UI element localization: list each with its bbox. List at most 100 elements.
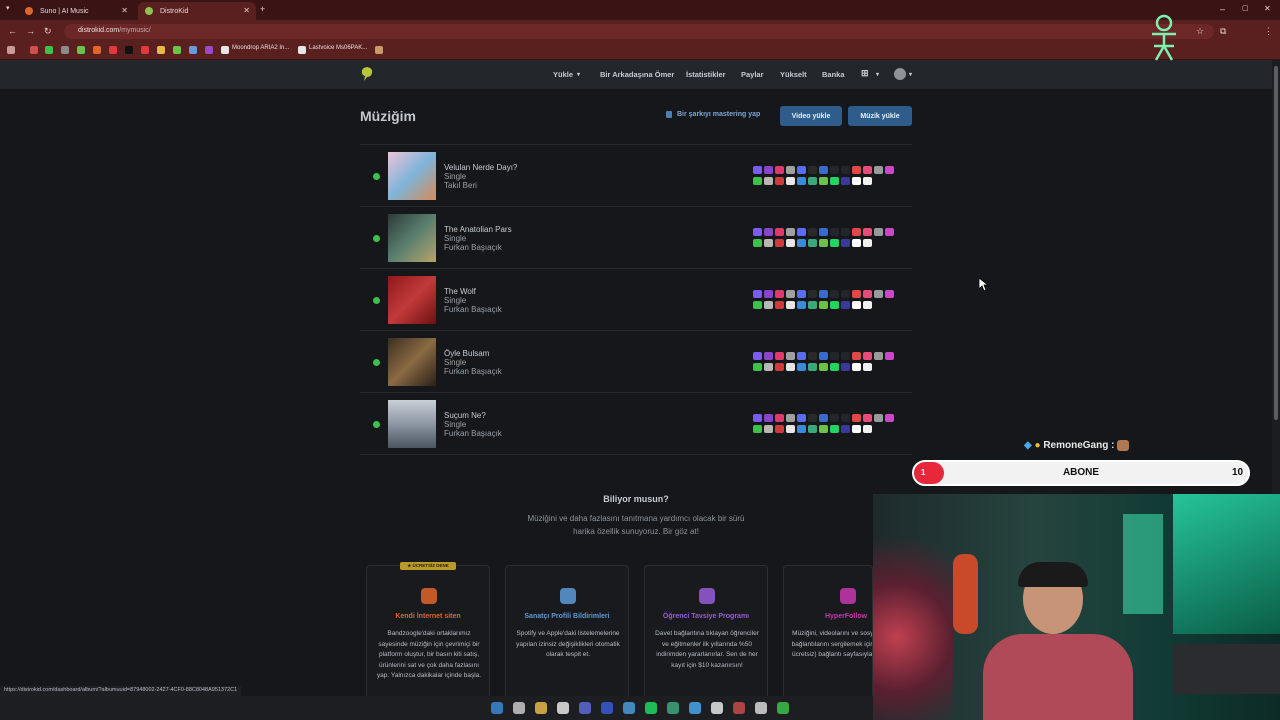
bookmark-moondrop[interactable]: Moondrop ARIA2 In... <box>232 45 289 51</box>
taskbar-app-icon[interactable] <box>645 702 657 714</box>
bookmark-star-icon[interactable]: ☆ <box>1196 26 1204 37</box>
release-row[interactable]: Öyle Bulsam Single Furkan Başıaçık <box>360 330 912 392</box>
feature-card[interactable]: Sanatçı Profili Bildirimleri Spotify ve … <box>505 565 629 705</box>
bookmark-icon[interactable] <box>189 46 197 54</box>
close-icon[interactable]: ✕ <box>243 6 250 15</box>
taskbar-app-icon[interactable] <box>557 702 569 714</box>
album-art[interactable] <box>388 214 436 262</box>
mastering-link[interactable]: Bir şarkıyı mastering yap <box>677 111 760 118</box>
store-icon <box>830 414 839 422</box>
distrokid-logo-icon[interactable] <box>360 66 374 82</box>
reload-icon[interactable]: ↻ <box>44 26 52 37</box>
bookmark-icon[interactable] <box>109 46 117 54</box>
nav-refer-friend[interactable]: Bir Arkadaşına Ömer <box>600 70 674 79</box>
distrokid-favicon-icon <box>145 7 153 15</box>
release-row[interactable]: Velulan Nerde Dayı? Single Takıl Beri <box>360 144 912 206</box>
store-icon <box>885 414 894 422</box>
folder-icon[interactable] <box>157 46 165 54</box>
taskbar-app-icon[interactable] <box>623 702 635 714</box>
release-title[interactable]: Velulan Nerde Dayı? <box>444 163 517 172</box>
forward-icon[interactable]: → <box>26 26 35 36</box>
bookmark-icon[interactable] <box>298 46 306 54</box>
store-icon <box>852 352 861 360</box>
feature-body: Müziğini, videolarını ve sosyal medya ba… <box>791 630 873 658</box>
chat-emote-icon <box>1117 440 1130 451</box>
taskbar-app-icon[interactable] <box>755 702 767 714</box>
tab-menu-icon[interactable]: ▾ <box>6 4 10 12</box>
bookmark-icon[interactable] <box>173 46 181 54</box>
nav-splits[interactable]: Paylar <box>741 70 764 79</box>
release-artist: Takıl Beri <box>444 181 477 190</box>
window-close-icon[interactable]: ✕ <box>1264 4 1271 13</box>
release-title[interactable]: Öyle Bulsam <box>444 349 489 358</box>
store-icon <box>863 352 872 360</box>
release-row[interactable]: The Wolf Single Furkan Başıaçık <box>360 268 912 330</box>
bookmark-icon[interactable] <box>30 46 38 54</box>
minimize-icon[interactable]: – <box>1220 4 1225 14</box>
bookmark-icon[interactable] <box>205 46 213 54</box>
scrollbar-thumb[interactable] <box>1274 66 1278 420</box>
taskbar-app-icon[interactable] <box>513 702 525 714</box>
tab-suno[interactable]: Suno | AI Music ✕ <box>18 2 134 20</box>
taskbar-app-icon[interactable] <box>733 702 745 714</box>
nav-upgrade[interactable]: Yükselt <box>780 70 807 79</box>
store-icon <box>786 414 795 422</box>
avatar[interactable] <box>894 68 906 80</box>
album-art[interactable] <box>388 276 436 324</box>
grid-menu-icon[interactable]: ⊞ <box>861 68 869 79</box>
taskbar-app-icon[interactable] <box>711 702 723 714</box>
feature-card[interactable]: HyperFollow Müziğini, videolarını ve sos… <box>783 565 873 705</box>
taskbar-app-icon[interactable] <box>777 702 789 714</box>
feature-card[interactable]: Öğrenci Tavsiye Programı Davet bağlantın… <box>644 565 768 705</box>
taskbar-app-icon[interactable] <box>667 702 679 714</box>
store-icon <box>852 290 861 298</box>
maximize-icon[interactable]: ▢ <box>1242 4 1249 12</box>
store-icon <box>753 363 762 371</box>
store-icon <box>808 301 817 309</box>
bookmark-icon[interactable] <box>61 46 69 54</box>
taskbar-app-icon[interactable] <box>579 702 591 714</box>
upload-video-button[interactable]: Video yükle <box>780 106 842 126</box>
store-icon <box>819 228 828 236</box>
store-icon <box>841 425 850 433</box>
store-icon <box>885 166 894 174</box>
store-icon <box>753 352 762 360</box>
bookmark-icon[interactable] <box>77 46 85 54</box>
back-icon[interactable]: ← <box>8 26 17 36</box>
taskbar-app-icon[interactable] <box>491 702 503 714</box>
taskbar-app-icon[interactable] <box>689 702 701 714</box>
release-title[interactable]: The Anatolian Pars <box>444 225 512 234</box>
nav-upload[interactable]: Yükle <box>553 70 573 79</box>
apps-icon[interactable] <box>7 46 15 54</box>
tab-distrokid[interactable]: DistroKid ✕ <box>138 2 256 20</box>
release-row[interactable]: The Anatolian Pars Single Furkan Başıaçı… <box>360 206 912 268</box>
x-icon[interactable] <box>125 46 133 54</box>
release-title[interactable]: Suçum Ne? <box>444 411 486 420</box>
browser-menu-icon[interactable]: ⋮ <box>1264 26 1273 37</box>
taskbar-app-icon[interactable] <box>601 702 613 714</box>
upload-music-button[interactable]: Müzik yükle <box>848 106 912 126</box>
feature-card[interactable]: Kendi İnternet siten Bandzoogle'daki ort… <box>366 565 490 705</box>
bookmark-lastvoice[interactable]: Lastvoice Ms06PAK... <box>309 45 367 51</box>
nav-bank[interactable]: Banka <box>822 70 845 79</box>
bookmark-icon[interactable] <box>375 46 383 54</box>
live-status-dot <box>373 235 380 242</box>
new-tab-icon[interactable]: + <box>260 4 265 14</box>
store-icon <box>797 239 806 247</box>
album-art[interactable] <box>388 338 436 386</box>
url-field[interactable]: distrokid.com/mymusic/ <box>64 24 1214 39</box>
album-art[interactable] <box>388 152 436 200</box>
release-title[interactable]: The Wolf <box>444 287 476 296</box>
bookmark-icon[interactable] <box>45 46 53 54</box>
bookmark-icon[interactable] <box>141 46 149 54</box>
album-art[interactable] <box>388 400 436 448</box>
bookmark-icon[interactable] <box>221 46 229 54</box>
bookmark-icon[interactable] <box>93 46 101 54</box>
release-row[interactable]: Suçum Ne? Single Furkan Başıaçık <box>360 392 912 454</box>
close-icon[interactable]: ✕ <box>121 6 128 15</box>
extensions-icon[interactable]: ⧉ <box>1220 26 1226 37</box>
taskbar-app-icon[interactable] <box>535 702 547 714</box>
nav-stats[interactable]: İstatistikler <box>686 70 726 79</box>
store-icon <box>808 177 817 185</box>
release-artist: Furkan Başıaçık <box>444 243 502 252</box>
